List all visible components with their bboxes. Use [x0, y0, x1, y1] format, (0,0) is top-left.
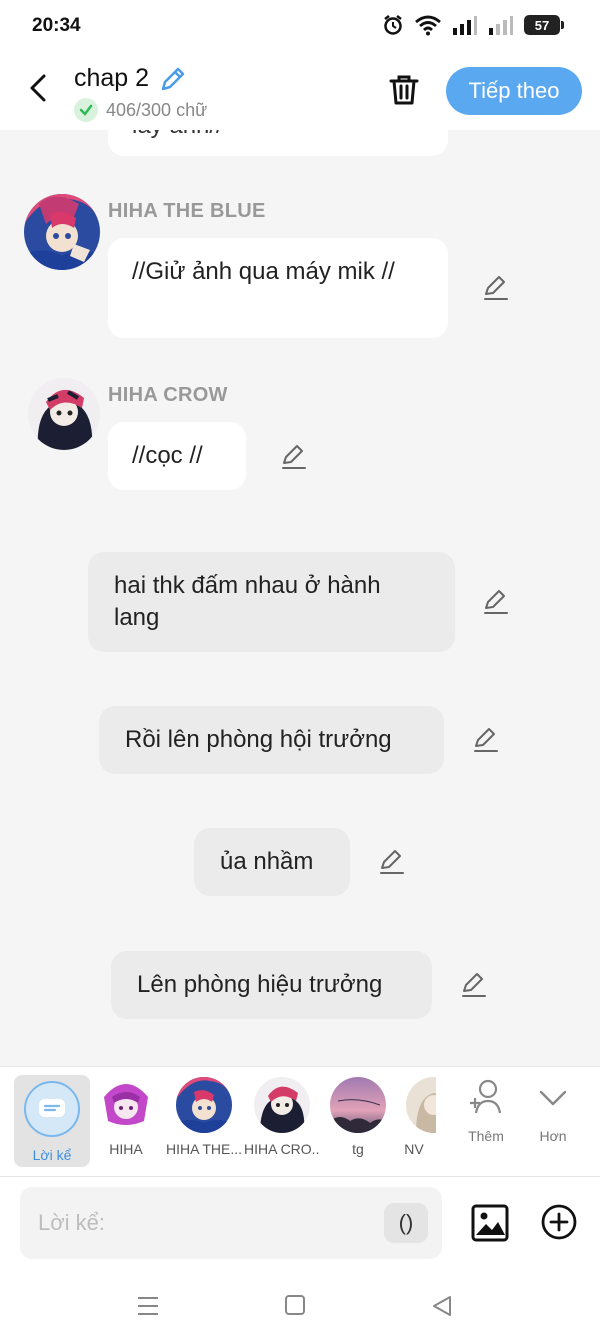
- character-label: HIHA CRO...: [244, 1141, 320, 1157]
- avatar: [254, 1077, 310, 1133]
- edit-message-button[interactable]: [378, 848, 406, 876]
- message-bubble[interactable]: //cọc //: [108, 422, 246, 490]
- next-button[interactable]: Tiếp theo: [446, 67, 582, 115]
- narration-text: hai thk đấm nhau ở hành lang: [114, 572, 381, 631]
- square-icon: [285, 1295, 305, 1315]
- edit-message-button[interactable]: [482, 274, 510, 302]
- chapter-title: chap 2: [74, 64, 150, 92]
- speaker-name: HIHA THE BLUE: [108, 200, 266, 222]
- signal-icon-2: [489, 16, 513, 35]
- character-label: HIHA THE...: [166, 1141, 242, 1157]
- status-bar: 20:34 57: [0, 0, 600, 52]
- avatar: [98, 1077, 154, 1133]
- character-item[interactable]: HIHA: [88, 1077, 164, 1157]
- narration-bubble[interactable]: hai thk đấm nhau ở hành lang: [88, 552, 455, 652]
- more-label: Hơn: [539, 1128, 567, 1144]
- wifi-icon: [415, 15, 441, 36]
- narration-text: Lên phòng hiệu trưởng: [137, 971, 383, 998]
- message-bubble[interactable]: //Giử ảnh qua máy mik //: [108, 238, 448, 338]
- word-count-text: 406/300 chữ: [106, 99, 208, 120]
- plus-circle-icon: [541, 1204, 577, 1240]
- narrator-label: Lời kể: [32, 1147, 72, 1163]
- system-nav-bar: [0, 1268, 600, 1343]
- pencil-icon: [282, 445, 306, 469]
- character-item[interactable]: tg: [320, 1077, 396, 1157]
- delete-button[interactable]: [386, 72, 422, 113]
- character-item[interactable]: HIHA CRO...: [244, 1077, 320, 1157]
- status-time: 20:34: [32, 15, 81, 36]
- word-count: 406/300 chữ: [74, 98, 207, 122]
- speaker-name: HIHA CROW: [108, 384, 228, 406]
- narration-bubble[interactable]: Lên phòng hiệu trưởng: [111, 951, 432, 1019]
- avatar: [176, 1077, 232, 1133]
- message-text: //Giử ảnh qua máy mik //: [132, 258, 395, 285]
- check-icon: [74, 98, 98, 122]
- input-bar: (): [0, 1176, 600, 1268]
- pencil-icon: [484, 276, 508, 300]
- edit-message-button[interactable]: [280, 443, 308, 471]
- pencil-icon: [484, 590, 508, 614]
- status-icons: 57: [382, 14, 564, 36]
- back-button[interactable]: [20, 70, 56, 106]
- alarm-icon: [384, 15, 402, 35]
- image-icon: [471, 1204, 509, 1242]
- edit-title-button[interactable]: [158, 64, 188, 99]
- chat-area[interactable]: lấy anh// HIHA THE BLUE //Giử ảnh qua má…: [0, 130, 600, 1066]
- message-bubble[interactable]: lấy anh//: [108, 130, 448, 156]
- character-item[interactable]: HIHA THE...: [166, 1077, 242, 1157]
- add-button[interactable]: [540, 1203, 578, 1246]
- system-back-button[interactable]: [430, 1294, 454, 1323]
- narration-bubble[interactable]: ủa nhầm: [194, 828, 350, 896]
- avatar[interactable]: [28, 378, 100, 450]
- add-label: Thêm: [468, 1128, 504, 1144]
- narration-text: Rồi lên phòng hội trưởng: [125, 726, 392, 753]
- add-user-icon: [470, 1079, 502, 1114]
- edit-message-button[interactable]: [482, 588, 510, 616]
- message-text: //cọc //: [132, 442, 203, 469]
- avatar: [406, 1077, 436, 1133]
- pencil-icon: [462, 973, 486, 997]
- chevron-down-icon: [539, 1090, 567, 1106]
- add-character-button[interactable]: Thêm: [456, 1077, 516, 1144]
- pencil-icon: [161, 67, 185, 91]
- character-label: NV: [404, 1141, 424, 1157]
- character-bar: Lời kể HIHA HIHA THE... HIHA CRO... tg N…: [0, 1066, 600, 1176]
- battery-icon: 57: [524, 15, 564, 35]
- triangle-back-icon: [433, 1296, 451, 1316]
- character-item[interactable]: NV: [396, 1077, 436, 1157]
- pencil-icon: [380, 850, 404, 874]
- trash-icon: [389, 75, 419, 105]
- insert-image-button[interactable]: [470, 1203, 510, 1248]
- edit-message-button[interactable]: [460, 971, 488, 999]
- character-label: HIHA: [109, 1141, 143, 1157]
- edit-message-button[interactable]: [472, 726, 500, 754]
- signal-icon: [453, 16, 477, 35]
- pencil-icon: [474, 728, 498, 752]
- menu-icon: [138, 1297, 158, 1315]
- editor-header: chap 2 406/300 chữ Tiếp theo: [0, 52, 600, 130]
- narrator-selector[interactable]: Lời kể: [14, 1075, 90, 1167]
- more-button[interactable]: Hơn: [523, 1077, 583, 1144]
- message-text: lấy anh//: [132, 130, 223, 139]
- character-label: tg: [352, 1141, 364, 1157]
- message-input[interactable]: [20, 1187, 442, 1259]
- parentheses-button[interactable]: (): [384, 1203, 428, 1243]
- home-button[interactable]: [284, 1294, 306, 1321]
- narrator-icon: [24, 1081, 80, 1137]
- chevron-left-icon: [30, 74, 46, 102]
- recent-apps-button[interactable]: [136, 1294, 160, 1323]
- avatar: [330, 1077, 386, 1133]
- narration-text: ủa nhầm: [220, 848, 314, 875]
- avatar[interactable]: [24, 194, 100, 270]
- narration-bubble[interactable]: Rồi lên phòng hội trưởng: [99, 706, 444, 774]
